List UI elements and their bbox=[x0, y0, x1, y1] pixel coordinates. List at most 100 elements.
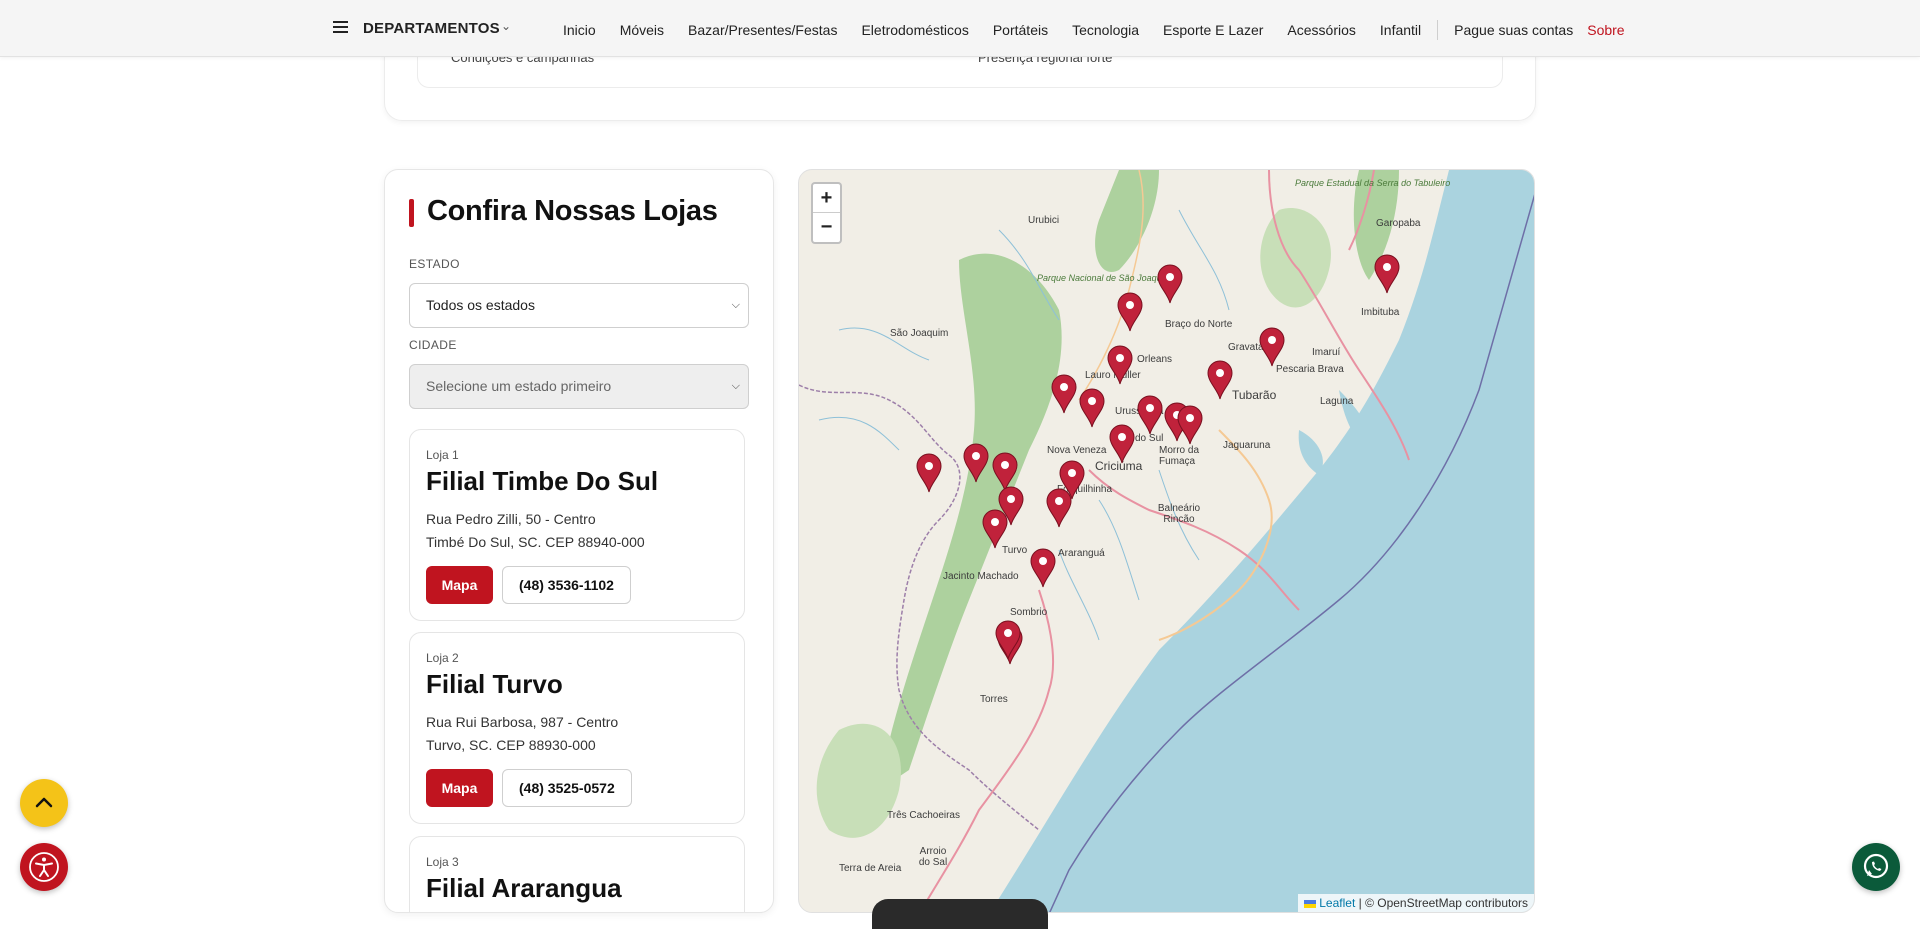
store-phone-button[interactable]: (48) 3536-1102 bbox=[502, 566, 631, 604]
whatsapp-icon bbox=[1863, 853, 1889, 879]
top-navigation-bar: DEPARTAMENTOS ⌄ Inicio Móveis Bazar/Pres… bbox=[0, 0, 1920, 57]
accessibility-icon bbox=[29, 852, 59, 882]
map-label: Imaruí bbox=[1312, 347, 1341, 358]
city-label: CIDADE bbox=[409, 338, 457, 352]
city-select[interactable]: Selecione um estado primeiro ⌵ bbox=[409, 364, 749, 409]
store-map-button[interactable]: Mapa bbox=[426, 566, 493, 604]
map-label: Nova Veneza bbox=[1047, 445, 1107, 456]
state-select-value: Todos os estados bbox=[426, 297, 535, 313]
map-label: Arroio do Sal bbox=[918, 846, 948, 868]
store-marker-icon[interactable] bbox=[1117, 292, 1143, 332]
nav-link-portateis[interactable]: Portáteis bbox=[993, 22, 1048, 38]
map-label: Parque Estadual da Serra do Tabuleiro bbox=[1295, 178, 1451, 188]
stores-title: Confira Nossas Lojas bbox=[427, 195, 718, 227]
map-label: Balneário Rincão bbox=[1157, 503, 1201, 525]
store-name: Filial Ararangua bbox=[426, 873, 622, 903]
nav-link-tecnologia[interactable]: Tecnologia bbox=[1072, 22, 1139, 38]
store-card: Loja 1 Filial Timbe Do Sul Rua Pedro Zil… bbox=[409, 429, 745, 621]
store-marker-icon[interactable] bbox=[1177, 405, 1203, 445]
map-label: São Joaquim bbox=[890, 328, 949, 339]
store-name: Filial Turvo bbox=[426, 669, 563, 699]
map-label: Orleans bbox=[1137, 354, 1173, 365]
store-number: Loja 3 bbox=[426, 855, 459, 869]
stores-panel: Confira Nossas Lojas ESTADO Todos os est… bbox=[384, 169, 774, 913]
store-address-line1: Rua Rui Barbosa, 987 - Centro bbox=[426, 714, 619, 730]
store-marker-icon[interactable] bbox=[982, 509, 1008, 549]
nav-link-pague-contas[interactable]: Pague suas contas bbox=[1454, 22, 1573, 38]
map-label: Urubici bbox=[1028, 215, 1060, 226]
stores-map[interactable]: + − Urubici São Joaquim Parque Nacional … bbox=[798, 169, 1535, 913]
store-marker-icon[interactable] bbox=[1157, 264, 1183, 304]
map-label: Torres bbox=[980, 694, 1008, 705]
store-phone-button[interactable]: (48) 3525-0572 bbox=[502, 769, 632, 807]
store-map-button[interactable]: Mapa bbox=[426, 769, 493, 807]
store-address: Rua Pedro Zilli, 50 - Centro Timbé Do Su… bbox=[426, 508, 645, 554]
departments-menu[interactable]: DEPARTAMENTOS bbox=[363, 20, 500, 37]
map-label: Jaguaruna bbox=[1223, 440, 1271, 451]
map-label: Morro da Fumaça bbox=[1159, 445, 1200, 467]
store-marker-icon[interactable] bbox=[1046, 488, 1072, 528]
accessibility-button[interactable] bbox=[20, 843, 68, 891]
store-marker-icon[interactable] bbox=[1107, 345, 1133, 385]
hamburger-menu-icon[interactable] bbox=[333, 21, 348, 33]
store-marker-icon[interactable] bbox=[1030, 548, 1056, 588]
nav-link-infantil[interactable]: Infantil bbox=[1380, 22, 1421, 38]
map-label: Parque Nacional de São Joaquim bbox=[1037, 273, 1172, 283]
store-number: Loja 1 bbox=[426, 448, 459, 462]
map-label: Braço do Norte bbox=[1165, 319, 1233, 330]
store-marker-icon[interactable] bbox=[1051, 374, 1077, 414]
store-card: Loja 3 Filial Ararangua bbox=[409, 836, 745, 912]
zoom-out-button[interactable]: − bbox=[813, 213, 840, 242]
store-address-line2: Turvo, SC. CEP 88930-000 bbox=[426, 737, 596, 753]
map-label: Jacinto Machado bbox=[943, 571, 1019, 582]
store-marker-icon[interactable] bbox=[963, 443, 989, 483]
bottom-toolbar bbox=[872, 899, 1048, 929]
ukraine-flag-icon bbox=[1304, 899, 1317, 908]
store-marker-icon[interactable] bbox=[995, 620, 1021, 660]
scroll-to-top-button[interactable] bbox=[20, 779, 68, 827]
zoom-control: + − bbox=[811, 182, 842, 244]
nav-link-inicio[interactable]: Inicio bbox=[563, 22, 596, 38]
store-name: Filial Timbe Do Sul bbox=[426, 466, 659, 496]
nav-divider bbox=[1437, 20, 1439, 40]
title-accent-bar bbox=[409, 199, 414, 227]
state-label: ESTADO bbox=[409, 257, 460, 271]
nav-link-esporte-lazer[interactable]: Esporte E Lazer bbox=[1163, 22, 1263, 38]
map-label: Pescaria Brava bbox=[1276, 364, 1344, 375]
map-label: Tubarão bbox=[1232, 388, 1277, 402]
map-label: Garopaba bbox=[1376, 218, 1421, 229]
nav-link-moveis[interactable]: Móveis bbox=[620, 22, 664, 38]
map-label: Imbituba bbox=[1361, 307, 1400, 318]
store-marker-icon[interactable] bbox=[1374, 254, 1400, 294]
store-marker-icon[interactable] bbox=[1259, 327, 1285, 367]
store-marker-icon[interactable] bbox=[1207, 360, 1233, 400]
map-label: Araranguá bbox=[1058, 548, 1105, 559]
map-label: Sombrio bbox=[1010, 607, 1048, 618]
nav-link-bazar[interactable]: Bazar/Presentes/Festas bbox=[688, 22, 837, 38]
store-address-line2: Timbé Do Sul, SC. CEP 88940-000 bbox=[426, 534, 645, 550]
store-marker-icon[interactable] bbox=[1079, 388, 1105, 428]
map-label: Terra de Areia bbox=[839, 863, 902, 874]
nav-links: Inicio Móveis Bazar/Presentes/Festas Ele… bbox=[563, 20, 1625, 40]
store-number: Loja 2 bbox=[426, 651, 459, 665]
nav-link-acessorios[interactable]: Acessórios bbox=[1287, 22, 1355, 38]
map-attribution: Leaflet | © OpenStreetMap contributors bbox=[1298, 894, 1534, 912]
chevron-down-icon[interactable]: ⌄ bbox=[501, 19, 511, 33]
store-marker-icon[interactable] bbox=[916, 453, 942, 493]
store-marker-icon[interactable] bbox=[1137, 395, 1163, 435]
map-label: Laguna bbox=[1320, 396, 1354, 407]
whatsapp-button[interactable] bbox=[1852, 843, 1900, 891]
chevron-up-icon bbox=[35, 797, 53, 808]
store-marker-icon[interactable] bbox=[1109, 424, 1135, 464]
zoom-in-button[interactable]: + bbox=[813, 184, 840, 213]
state-select[interactable]: Todos os estados ⌵ bbox=[409, 283, 749, 328]
city-select-value: Selecione um estado primeiro bbox=[426, 378, 612, 394]
chevron-down-icon: ⌵ bbox=[731, 299, 740, 311]
osm-attribution: | © OpenStreetMap contributors bbox=[1358, 896, 1528, 910]
chevron-down-icon: ⌵ bbox=[731, 380, 740, 392]
nav-link-sobre[interactable]: Sobre bbox=[1587, 22, 1624, 38]
leaflet-link[interactable]: Leaflet bbox=[1319, 896, 1355, 910]
nav-link-eletrodomesticos[interactable]: Eletrodomésticos bbox=[861, 22, 968, 38]
store-address-line1: Rua Pedro Zilli, 50 - Centro bbox=[426, 511, 596, 527]
store-card: Loja 2 Filial Turvo Rua Rui Barbosa, 987… bbox=[409, 632, 745, 824]
